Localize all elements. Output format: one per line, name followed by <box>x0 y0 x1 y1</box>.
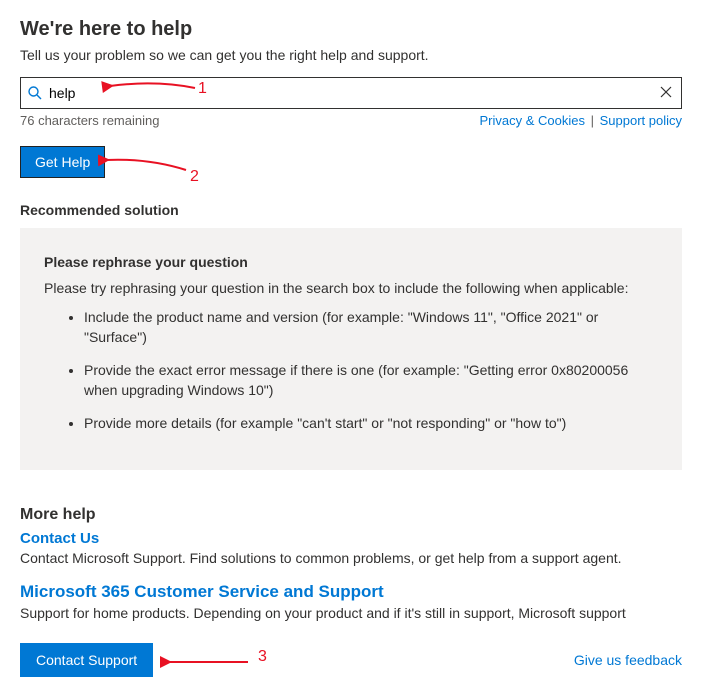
contact-support-button[interactable]: Contact Support <box>20 643 153 677</box>
search-input[interactable] <box>43 85 657 101</box>
card-bullet: Include the product name and version (fo… <box>84 308 658 347</box>
search-icon <box>27 85 43 101</box>
search-box[interactable] <box>20 77 682 109</box>
recommended-solution-heading: Recommended solution <box>20 202 682 218</box>
close-icon <box>659 87 673 102</box>
m365-support-description: Support for home products. Depending on … <box>20 604 682 623</box>
support-policy-link[interactable]: Support policy <box>600 113 682 128</box>
clear-search-button[interactable] <box>657 83 675 104</box>
privacy-cookies-link[interactable]: Privacy & Cookies <box>480 113 585 128</box>
give-feedback-link[interactable]: Give us feedback <box>574 652 682 668</box>
more-help-heading: More help <box>20 506 682 524</box>
annotation-arrow-2 <box>98 148 198 183</box>
chars-remaining: 76 characters remaining <box>20 113 159 128</box>
card-title: Please rephrase your question <box>44 254 658 270</box>
contact-us-link[interactable]: Contact Us <box>20 530 682 547</box>
recommended-card: Please rephrase your question Please try… <box>20 228 682 470</box>
page-title: We're here to help <box>20 18 682 41</box>
page-subtitle: Tell us your problem so we can get you t… <box>20 47 682 63</box>
card-bullet: Provide more details (for example "can't… <box>84 414 658 434</box>
annotation-label-2: 2 <box>190 168 199 186</box>
get-help-button[interactable]: Get Help <box>20 146 105 178</box>
m365-support-link[interactable]: Microsoft 365 Customer Service and Suppo… <box>20 582 682 602</box>
contact-us-description: Contact Microsoft Support. Find solution… <box>20 549 682 568</box>
card-bullet: Provide the exact error message if there… <box>84 361 658 400</box>
card-description: Please try rephrasing your question in t… <box>44 280 658 296</box>
link-separator: | <box>587 113 598 128</box>
